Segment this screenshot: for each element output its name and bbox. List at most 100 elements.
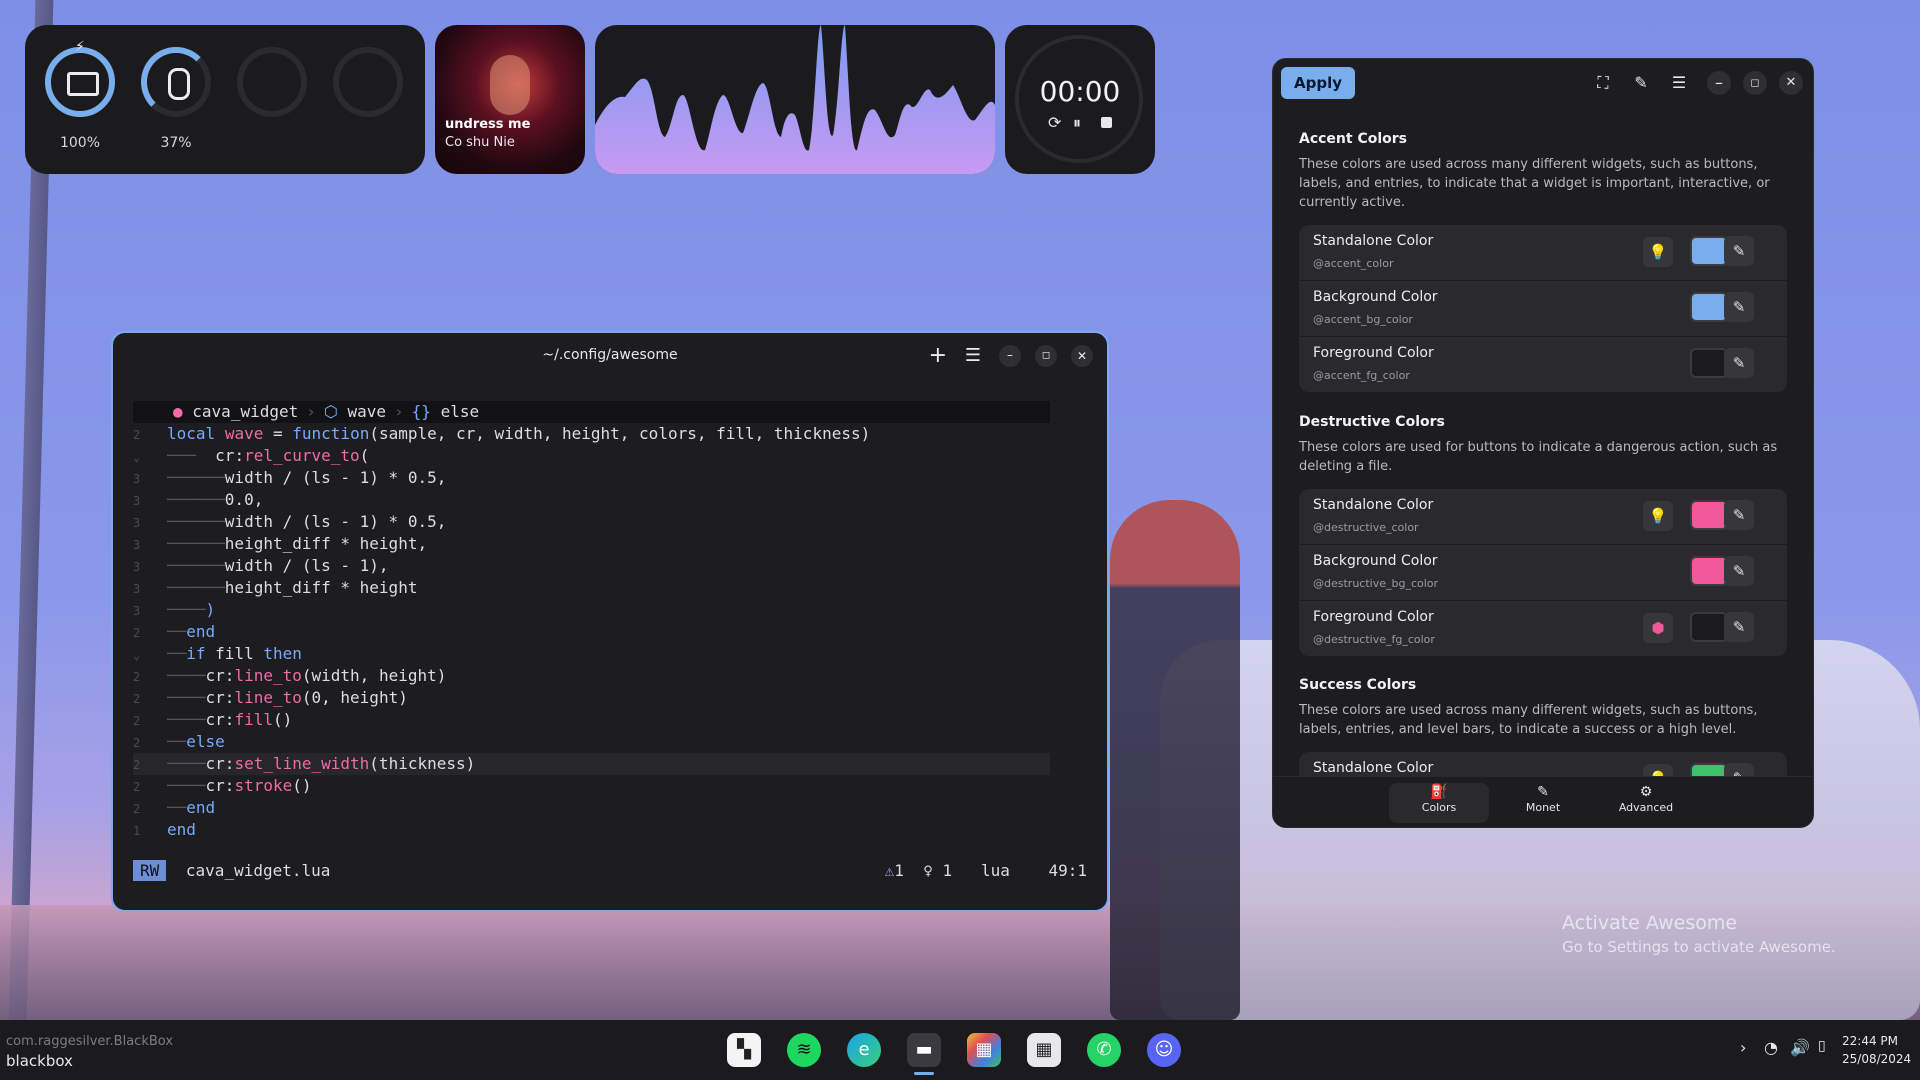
color-swatch[interactable]: ✎ [1690,292,1754,322]
bulb-icon[interactable]: 💡 [1643,237,1673,267]
minimize-button[interactable]: – [1707,71,1731,95]
tab-label: Advanced [1618,801,1674,814]
media-widget[interactable]: undress me Co shu Nie [435,25,585,174]
code-line: 3 ──────width / (ls - 1), [133,556,389,575]
pen-icon[interactable]: ✎ [1724,612,1754,642]
color-swatch[interactable]: ✎ [1690,348,1754,378]
code-line: 3 ────) [133,600,216,619]
section-title: Accent Colors [1299,131,1408,147]
menu-icon[interactable]: ☰ [965,345,981,366]
color-card: Standalone Color @accent_color 💡 ✎ Backg… [1299,225,1787,392]
terminal-window: ~/.config/awesome + ☰ – ◻ ✕ ● cava_widge… [111,331,1109,912]
section-title: Destructive Colors [1299,414,1445,430]
code-line: 2 ────cr:fill() [133,710,293,729]
row-variable: @accent_fg_color [1313,369,1410,382]
watermark-title: Activate Awesome [1562,912,1738,934]
tab-monet[interactable]: ✎ Monet [1493,783,1593,823]
taskbar: com.raggesilver.BlackBox blackbox ▚ ≋ e … [0,1020,1920,1080]
code-line: ⌄ ──if fill then [133,644,302,663]
row-variable: @destructive_bg_color [1313,577,1439,590]
tab-label: Colors [1421,801,1457,814]
code-editor[interactable]: ● cava_widget › ⬡ wave ›{} else 2 local wave… [133,401,1050,841]
clock-date[interactable]: 25/08/2024 [1842,1052,1911,1066]
breadcrumb-item: wave [347,402,387,421]
color-swatch[interactable]: ✎ [1690,612,1754,642]
row-title: Foreground Color [1313,609,1434,625]
clock-time[interactable]: 22:44 PM [1842,1034,1898,1048]
pen-icon[interactable]: ✎ [1724,348,1754,378]
color-picker-icon[interactable]: ▦ [967,1033,1001,1067]
code-line-current: 2 ────cr:set_line_width(thickness) [133,753,1050,775]
new-tab-button[interactable]: + [929,343,947,368]
code-line: 3 ──────width / (ls - 1) * 0.5, [133,512,447,531]
tab-colors[interactable]: ⛽ Colors [1389,783,1489,823]
terminal-app-icon[interactable]: ▬ [907,1033,941,1067]
apply-button[interactable]: Apply [1281,67,1355,99]
tab-advanced[interactable]: ⚙ Advanced [1596,783,1696,823]
hint-icon: ♀ [923,861,933,880]
color-swatch[interactable]: ✎ [1690,236,1754,266]
close-button[interactable]: ✕ [1071,345,1093,367]
code-line: 2 ────cr:stroke() [133,776,312,795]
files-icon[interactable]: ▚ [727,1033,761,1067]
fullscreen-icon[interactable]: ⛶ [1591,71,1615,95]
breadcrumb-item: cava_widget [192,402,299,421]
row-title: Standalone Color [1313,497,1434,513]
wifi-icon[interactable]: ◔ [1764,1038,1778,1057]
focused-app-id: com.raggesilver.BlackBox [6,1034,174,1049]
timer-pause-icon[interactable]: ⏸ [1073,113,1081,133]
mouse-percent: 37% [160,135,192,151]
code-line: 3 ──────height_diff * height [133,578,418,597]
maximize-button[interactable]: ◻ [1035,345,1057,367]
bulb-icon[interactable]: 💡 [1643,501,1673,531]
row-variable: @accent_bg_color [1313,313,1413,326]
color-swatch[interactable]: ✎ [1690,556,1754,586]
mode-badge: RW [133,860,167,881]
module-icon: ⬡ [323,402,338,421]
calculator-icon[interactable]: ▦ [1027,1033,1061,1067]
spotify-icon[interactable]: ≋ [787,1033,821,1067]
laptop-icon [67,72,99,96]
close-button[interactable]: ✕ [1779,71,1803,95]
code-line: 2 ──else [133,732,225,751]
lua-icon: ● [173,402,183,421]
code-line: 3 ──────height_diff * height, [133,534,428,553]
whatsapp-icon[interactable]: ✆ [1087,1033,1121,1067]
tray-expand-icon[interactable]: › [1740,1038,1746,1057]
warning-icon: ⚠ [884,861,895,880]
color-swatch[interactable]: ✎ [1690,500,1754,530]
code-line: 2 local wave = function(sample, cr, width… [133,424,871,443]
row-variable: @accent_color [1313,257,1394,270]
track-artist: Co shu Nie [445,135,515,150]
minimize-button[interactable]: – [999,345,1021,367]
row-variable: @destructive_fg_color [1313,633,1435,646]
contrast-warning-icon[interactable]: ⬢ [1643,613,1673,643]
pen-icon[interactable]: ✎ [1724,292,1754,322]
pen-icon[interactable]: ✎ [1724,500,1754,530]
row-title: Background Color [1313,553,1438,569]
breadcrumb: ● cava_widget › ⬡ wave ›{} else [133,401,1050,423]
timer-widget: 00:00 ⟳ ⏸ [1005,25,1155,174]
section-description: These colors are used across many differ… [1299,157,1770,210]
timer-display: 00:00 [1039,75,1121,108]
wallpaper-character [1110,500,1240,1020]
color-row: Standalone Color @accent_color 💡 ✎ [1299,225,1787,280]
section-description: These colors are used across many differ… [1299,703,1758,737]
color-row: Foreground Color @accent_fg_color ✎ [1299,336,1787,392]
volume-icon[interactable]: 🔊 [1790,1038,1810,1057]
color-card: Standalone Color @destructive_color 💡 ✎ … [1299,489,1787,656]
maximize-button[interactable]: ◻ [1743,71,1767,95]
edit-icon[interactable]: ✎ [1629,71,1653,95]
code-line: 3 ──────width / (ls - 1) * 0.5, [133,468,447,487]
pen-icon[interactable]: ✎ [1724,556,1754,586]
timer-stop-icon[interactable] [1101,117,1112,128]
menu-icon[interactable]: ☰ [1667,71,1691,95]
discord-icon[interactable]: ☺ [1147,1033,1181,1067]
edge-dev-icon[interactable]: e [847,1033,881,1067]
cursor-position: 49:1 [1048,861,1087,880]
status-language: lua [981,861,1010,880]
audio-visualizer [595,25,995,174]
battery-icon[interactable]: ▯ [1818,1038,1826,1054]
pen-icon[interactable]: ✎ [1724,236,1754,266]
timer-reset-icon[interactable]: ⟳ [1048,113,1061,132]
